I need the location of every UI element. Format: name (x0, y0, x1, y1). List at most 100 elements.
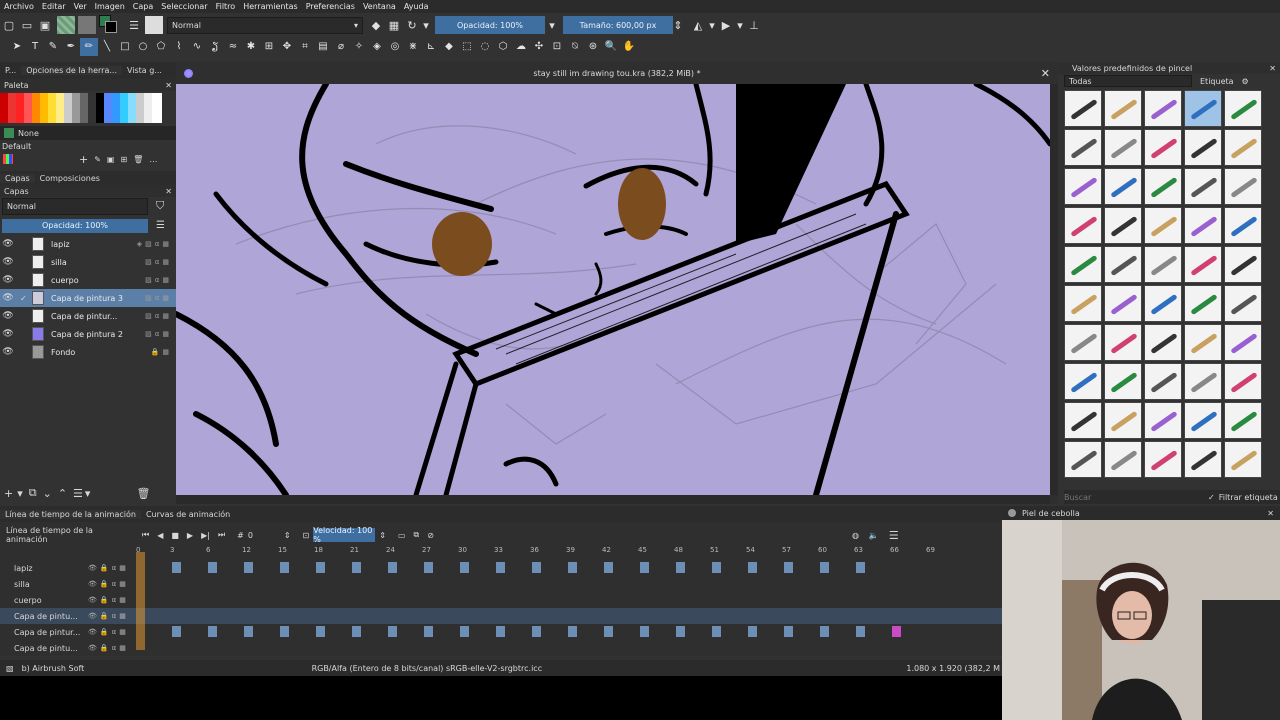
brush-preset-thumbnail[interactable] (1104, 207, 1142, 244)
tab-tool-options[interactable]: Opciones de la herra... (21, 66, 122, 75)
close-icon[interactable]: ✕ (1269, 64, 1276, 73)
mirror-horizontal-icon[interactable]: ◭ (689, 16, 707, 34)
brush-preset-thumbnail[interactable] (1144, 168, 1182, 205)
keyframe[interactable] (388, 626, 397, 637)
brush-preset-thumbnail[interactable] (1104, 324, 1142, 361)
pattern-swatch[interactable] (57, 16, 75, 34)
check-icon[interactable]: ✓ (1208, 493, 1215, 502)
crop-tool-icon[interactable]: ⌗ (296, 38, 314, 56)
polygon-select-icon[interactable]: ⬡ (494, 38, 512, 56)
menu-capa[interactable]: Capa (133, 2, 153, 11)
brush-preset-thumbnail[interactable] (1104, 363, 1142, 400)
duplicate-frame-icon[interactable]: ⧉ (414, 530, 420, 540)
pan-tool-icon[interactable]: ✋ (620, 38, 638, 56)
delete-layer-icon[interactable]: 🗑 (136, 487, 150, 500)
reload-preset-icon[interactable]: ↻ (403, 16, 421, 34)
horizontal-scrollbar[interactable] (176, 495, 1050, 504)
menu-editar[interactable]: Editar (42, 2, 66, 11)
freehand-brush-icon[interactable]: ✏ (80, 37, 98, 56)
last-frame-icon[interactable]: ⏭ (218, 530, 225, 540)
brush-settings-icon[interactable]: ☰ (125, 16, 143, 34)
timeline-layer-row[interactable]: cuerpo 👁🔒α▦ (0, 592, 1002, 608)
brush-preset-thumbnail[interactable] (1144, 363, 1182, 400)
fill-tool-icon[interactable]: ◈ (368, 38, 386, 56)
layer-props-icon[interactable]: ▨α▦ (145, 312, 172, 320)
eraser-icon[interactable]: ◆ (367, 16, 385, 34)
layer-row[interactable]: 👁 lapiz ◈▨α▦ (0, 235, 176, 253)
brush-preset-thumbnail[interactable] (1144, 324, 1182, 361)
layer-visibility-icon[interactable]: 👁🔒α▦ (88, 644, 129, 652)
brush-preset-thumbnail[interactable] (1144, 90, 1182, 127)
brush-preset-thumbnail[interactable] (1064, 441, 1102, 478)
eye-icon[interactable]: 👁 (2, 239, 14, 249)
menu-filtro[interactable]: Filtro (216, 2, 236, 11)
layer-visibility-icon[interactable]: 👁🔒α▦ (88, 580, 129, 588)
eye-icon[interactable]: 👁 (2, 347, 14, 357)
keyframe[interactable] (640, 626, 649, 637)
menu-archivo[interactable]: Archivo (4, 2, 34, 11)
tab-capas[interactable]: Capas (0, 173, 35, 183)
eye-icon[interactable]: 👁 (2, 329, 14, 339)
brush-preset-thumbnail[interactable] (1064, 90, 1102, 127)
alpha-lock-icon[interactable]: ▦ (385, 16, 403, 34)
menu-ver[interactable]: Ver (74, 2, 87, 11)
menu-icon[interactable]: ☰ (156, 220, 165, 231)
keyframe[interactable] (820, 626, 829, 637)
move-down-icon[interactable]: ⌄ (43, 487, 52, 500)
edit-shapes-icon[interactable]: ✎ (44, 38, 62, 56)
timeline-layer-row[interactable]: Capa de pintu... 👁🔒α▦ (0, 608, 1002, 624)
similar-select-icon[interactable]: ⊡ (548, 38, 566, 56)
timeline-layer-row[interactable]: Capa de pintu... 👁🔒α▦ (0, 640, 1002, 656)
keyframe[interactable] (748, 626, 757, 637)
tab-p[interactable]: P... (0, 66, 21, 75)
keyframe[interactable] (460, 562, 469, 573)
chevron-down-icon[interactable]: ▾ (421, 16, 431, 34)
spin-arrows-icon[interactable]: ⇕ (673, 16, 683, 34)
prev-frame-icon[interactable]: ◀ (157, 531, 163, 540)
keyframe[interactable] (388, 562, 397, 573)
grid-icon[interactable]: ⊞ (120, 155, 127, 164)
fg-bg-color-selector[interactable] (99, 15, 119, 35)
gradient-tool-icon[interactable]: ▤ (314, 38, 332, 56)
save-icon[interactable]: ▣ (107, 155, 115, 164)
gradient-swatch[interactable] (78, 16, 96, 34)
rect-select-icon[interactable]: ⬚ (458, 38, 476, 56)
menu-preferencias[interactable]: Preferencias (306, 2, 355, 11)
brush-preset-thumbnail[interactable] (1144, 402, 1182, 439)
tab-overview[interactable]: Vista g... (122, 66, 167, 75)
keyframe[interactable] (244, 562, 253, 573)
bezier-tool-icon[interactable]: ∿ (188, 38, 206, 56)
brush-preset-thumbnail[interactable] (1104, 402, 1142, 439)
brush-filter-combo[interactable]: Todas (1064, 75, 1192, 87)
audio-icon[interactable]: 🔈 (869, 531, 879, 540)
move-tool-icon[interactable]: ✥ (278, 38, 296, 56)
layer-row[interactable]: 👁 silla ▨α▦ (0, 253, 176, 271)
add-frame-icon[interactable]: ▭ (398, 531, 406, 540)
brush-preset-thumbnail[interactable] (1184, 441, 1222, 478)
smart-patch-icon[interactable]: ✧ (350, 38, 368, 56)
move-up-icon[interactable]: ⌃ (58, 487, 67, 500)
magnetic-select-icon[interactable]: ⊛ (584, 38, 602, 56)
reference-tool-icon[interactable]: ◆ (440, 38, 458, 56)
keyframe[interactable] (352, 626, 361, 637)
vertical-scrollbar[interactable] (1050, 84, 1058, 495)
keyframe[interactable] (820, 562, 829, 573)
tab-animation-curves[interactable]: Curvas de animación (141, 510, 235, 519)
brush-preset-thumbnail[interactable] (1224, 363, 1262, 400)
layer-props-icon[interactable]: ▨α▦ (145, 294, 172, 302)
keyframe[interactable] (676, 626, 685, 637)
add-layer-icon[interactable]: + (4, 487, 13, 500)
layer-row[interactable]: 👁 cuerpo ▨α▦ (0, 271, 176, 289)
text-tool-icon[interactable]: T (26, 38, 44, 56)
zoom-tool-icon[interactable]: 🔍 (602, 38, 620, 56)
palette-swatches[interactable] (0, 93, 162, 123)
polygon-tool-icon[interactable]: ⬠ (152, 38, 170, 56)
ellipse-select-icon[interactable]: ◌ (476, 38, 494, 56)
play-icon[interactable]: ▶ (187, 531, 193, 540)
rectangle-tool-icon[interactable]: □ (116, 38, 134, 56)
new-file-icon[interactable]: ▢ (0, 16, 18, 34)
layer-opacity-slider[interactable]: Opacidad: 100% (2, 218, 148, 233)
dynamic-brush-icon[interactable]: ≈ (224, 38, 242, 56)
brush-preset-thumbnail[interactable] (1224, 285, 1262, 322)
layer-props-icon[interactable]: ▨α▦ (145, 276, 172, 284)
